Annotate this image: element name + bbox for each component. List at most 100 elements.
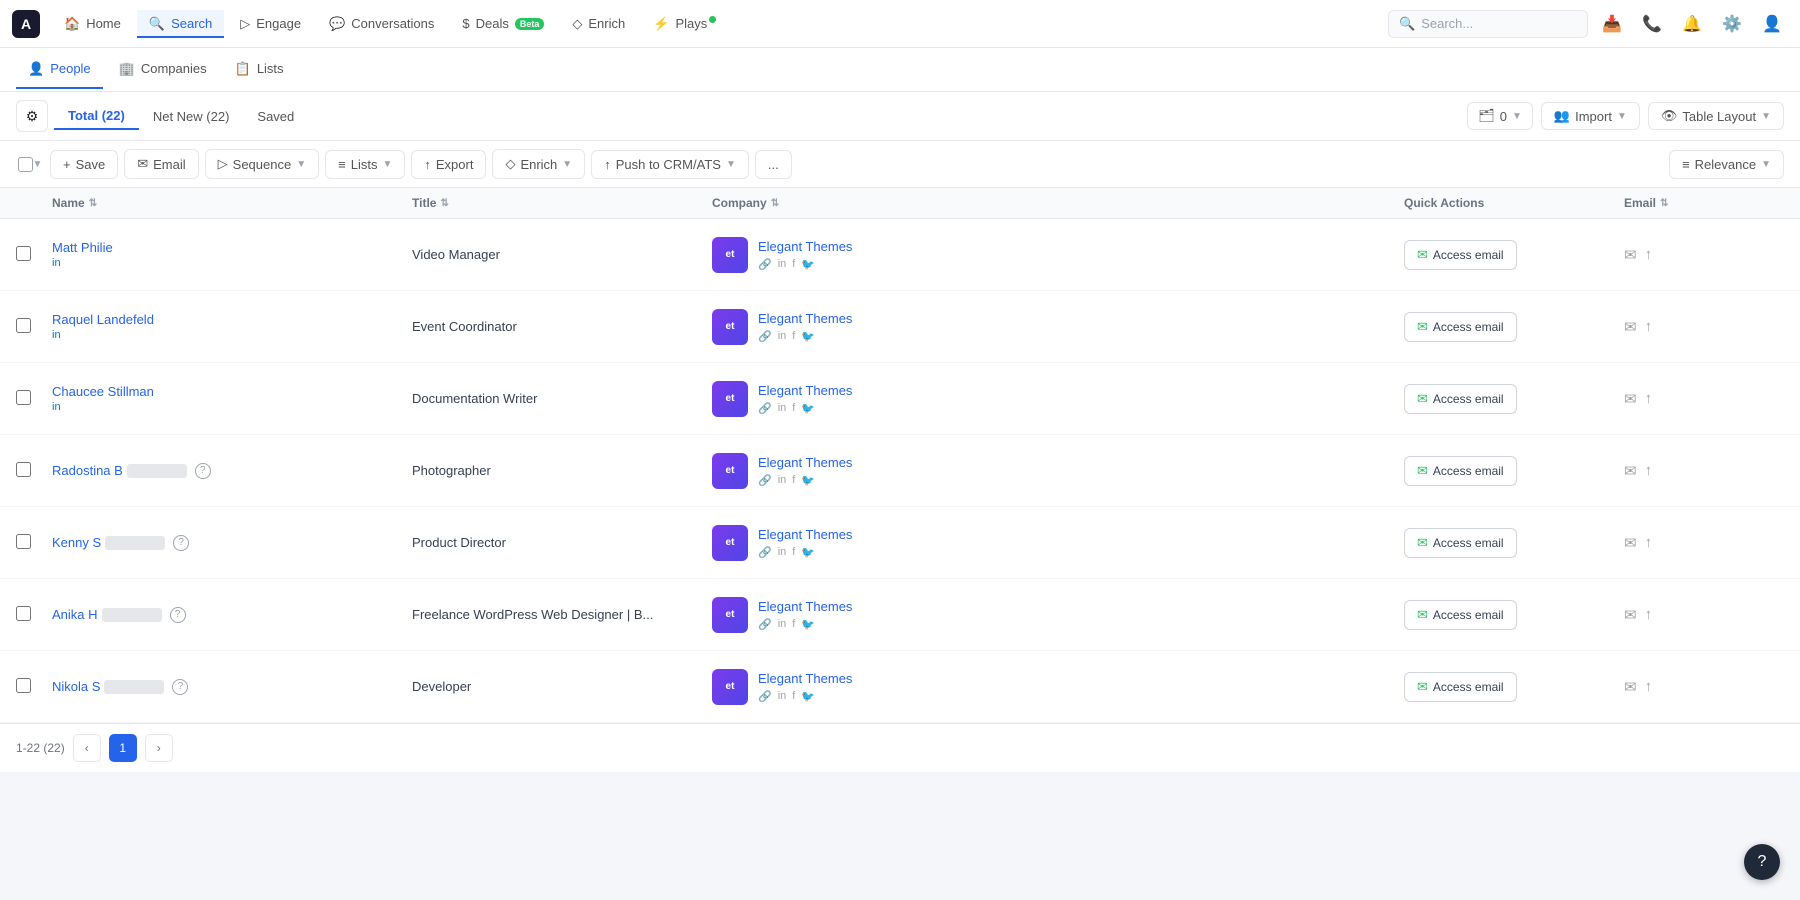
privacy-help-icon[interactable]: ? (172, 679, 188, 695)
filter-button[interactable]: ⚙ (16, 100, 48, 132)
row-checkbox[interactable] (16, 534, 31, 549)
relevance-button[interactable]: ≡ Relevance ▼ (1669, 150, 1784, 179)
email-button[interactable]: ✉ Email (124, 149, 198, 179)
sub-nav-companies[interactable]: 🏢 Companies (107, 51, 219, 89)
select-all-checkbox[interactable] (18, 157, 33, 172)
sequence-button[interactable]: ▷ Sequence ▼ (205, 149, 319, 179)
page-current-button[interactable]: 1 (109, 734, 137, 762)
facebook-link[interactable]: f (792, 474, 795, 486)
twitter-link[interactable]: 🐦 (801, 618, 815, 631)
facebook-link[interactable]: f (792, 690, 795, 702)
company-logo[interactable]: et (712, 453, 748, 489)
person-name[interactable]: Radostina B (52, 463, 123, 478)
header-company[interactable]: Company ⇅ (712, 196, 1404, 210)
access-email-button[interactable]: ✉ Access email (1404, 672, 1517, 702)
app-logo[interactable]: A (12, 10, 40, 38)
linkedin-company-link[interactable]: in (778, 402, 787, 414)
row-checkbox[interactable] (16, 246, 31, 261)
company-name[interactable]: Elegant Themes (758, 239, 852, 254)
email-upload-icon[interactable]: ↑ (1645, 246, 1653, 263)
facebook-link[interactable]: f (792, 258, 795, 270)
import-button[interactable]: 👥 Import ▼ (1541, 102, 1640, 130)
twitter-link[interactable]: 🐦 (801, 546, 815, 559)
privacy-help-icon[interactable]: ? (195, 463, 211, 479)
facebook-link[interactable]: f (792, 618, 795, 630)
profile-button[interactable]: 👤 (1756, 8, 1788, 40)
nav-conversations[interactable]: 💬 Conversations (317, 10, 446, 38)
nav-deals[interactable]: $ Deals Beta (450, 10, 556, 37)
nav-enrich[interactable]: ◇ Enrich (560, 10, 637, 38)
access-email-button[interactable]: ✉ Access email (1404, 456, 1517, 486)
facebook-link[interactable]: f (792, 546, 795, 558)
twitter-link[interactable]: 🐦 (801, 258, 815, 271)
linkedin-company-link[interactable]: in (778, 690, 787, 702)
company-logo[interactable]: et (712, 237, 748, 273)
linkedin-company-link[interactable]: in (778, 618, 787, 630)
privacy-help-icon[interactable]: ? (170, 607, 186, 623)
nav-engage[interactable]: ▷ Engage (228, 10, 313, 38)
access-email-button[interactable]: ✉ Access email (1404, 600, 1517, 630)
access-email-button[interactable]: ✉ Access email (1404, 528, 1517, 558)
company-name[interactable]: Elegant Themes (758, 599, 852, 614)
access-email-button[interactable]: ✉ Access email (1404, 240, 1517, 270)
row-checkbox[interactable] (16, 678, 31, 693)
email-action-icon[interactable]: ✉ (1624, 678, 1637, 696)
company-name[interactable]: Elegant Themes (758, 527, 852, 542)
website-link[interactable]: 🔗 (758, 402, 772, 415)
company-logo[interactable]: et (712, 669, 748, 705)
sub-nav-lists[interactable]: 📋 Lists (223, 51, 296, 89)
twitter-link[interactable]: 🐦 (801, 690, 815, 703)
linkedin-company-link[interactable]: in (778, 474, 787, 486)
linkedin-company-link[interactable]: in (778, 258, 787, 270)
row-checkbox[interactable] (16, 390, 31, 405)
table-layout-button[interactable]: 👁 Table Layout ▼ (1648, 102, 1784, 130)
person-name[interactable]: Matt Philie (52, 240, 412, 255)
website-link[interactable]: 🔗 (758, 258, 772, 271)
facebook-link[interactable]: f (792, 330, 795, 342)
access-email-button[interactable]: ✉ Access email (1404, 312, 1517, 342)
row-checkbox[interactable] (16, 606, 31, 621)
linkedin-icon[interactable]: in (52, 257, 61, 269)
lists-button[interactable]: ≡ Lists ▼ (325, 150, 405, 179)
email-upload-icon[interactable]: ↑ (1645, 678, 1653, 695)
linkedin-company-link[interactable]: in (778, 330, 787, 342)
company-logo[interactable]: et (712, 525, 748, 561)
person-name[interactable]: Chaucee Stillman (52, 384, 412, 399)
global-search-input[interactable] (1421, 16, 1577, 31)
linkedin-icon[interactable]: in (52, 329, 61, 341)
person-name[interactable]: Nikola S (52, 679, 100, 694)
company-name[interactable]: Elegant Themes (758, 383, 852, 398)
website-link[interactable]: 🔗 (758, 330, 772, 343)
help-button[interactable]: ? (1744, 844, 1780, 880)
facebook-link[interactable]: f (792, 402, 795, 414)
linkedin-icon[interactable]: in (52, 401, 61, 413)
email-action-icon[interactable]: ✉ (1624, 534, 1637, 552)
company-name[interactable]: Elegant Themes (758, 311, 852, 326)
email-upload-icon[interactable]: ↑ (1645, 534, 1653, 551)
company-name[interactable]: Elegant Themes (758, 455, 852, 470)
global-search-box[interactable]: 🔍 (1388, 10, 1588, 38)
nav-plays[interactable]: ⚡ Plays (641, 10, 728, 38)
settings-button[interactable]: ⚙️ (1716, 8, 1748, 40)
more-button[interactable]: ... (755, 150, 792, 179)
website-link[interactable]: 🔗 (758, 618, 772, 631)
sub-nav-people[interactable]: 👤 People (16, 51, 103, 89)
website-link[interactable]: 🔗 (758, 690, 772, 703)
push-crm-button[interactable]: ↑ Push to CRM/ATS ▼ (591, 150, 749, 179)
person-name[interactable]: Raquel Landefeld (52, 312, 412, 327)
inbox-button[interactable]: 📥 (1596, 8, 1628, 40)
email-upload-icon[interactable]: ↑ (1645, 318, 1653, 335)
page-prev-button[interactable]: ‹ (73, 734, 101, 762)
person-name[interactable]: Kenny S (52, 535, 101, 550)
company-logo[interactable]: et (712, 597, 748, 633)
select-all-chevron[interactable]: ▼ (33, 159, 43, 170)
tab-total[interactable]: Total (22) (54, 103, 139, 130)
email-upload-icon[interactable]: ↑ (1645, 462, 1653, 479)
website-link[interactable]: 🔗 (758, 474, 772, 487)
company-name[interactable]: Elegant Themes (758, 671, 852, 686)
saved-count[interactable]: 🗂 0 ▼ (1467, 102, 1533, 130)
header-title[interactable]: Title ⇅ (412, 196, 712, 210)
email-upload-icon[interactable]: ↑ (1645, 606, 1653, 623)
row-checkbox[interactable] (16, 462, 31, 477)
privacy-help-icon[interactable]: ? (173, 535, 189, 551)
